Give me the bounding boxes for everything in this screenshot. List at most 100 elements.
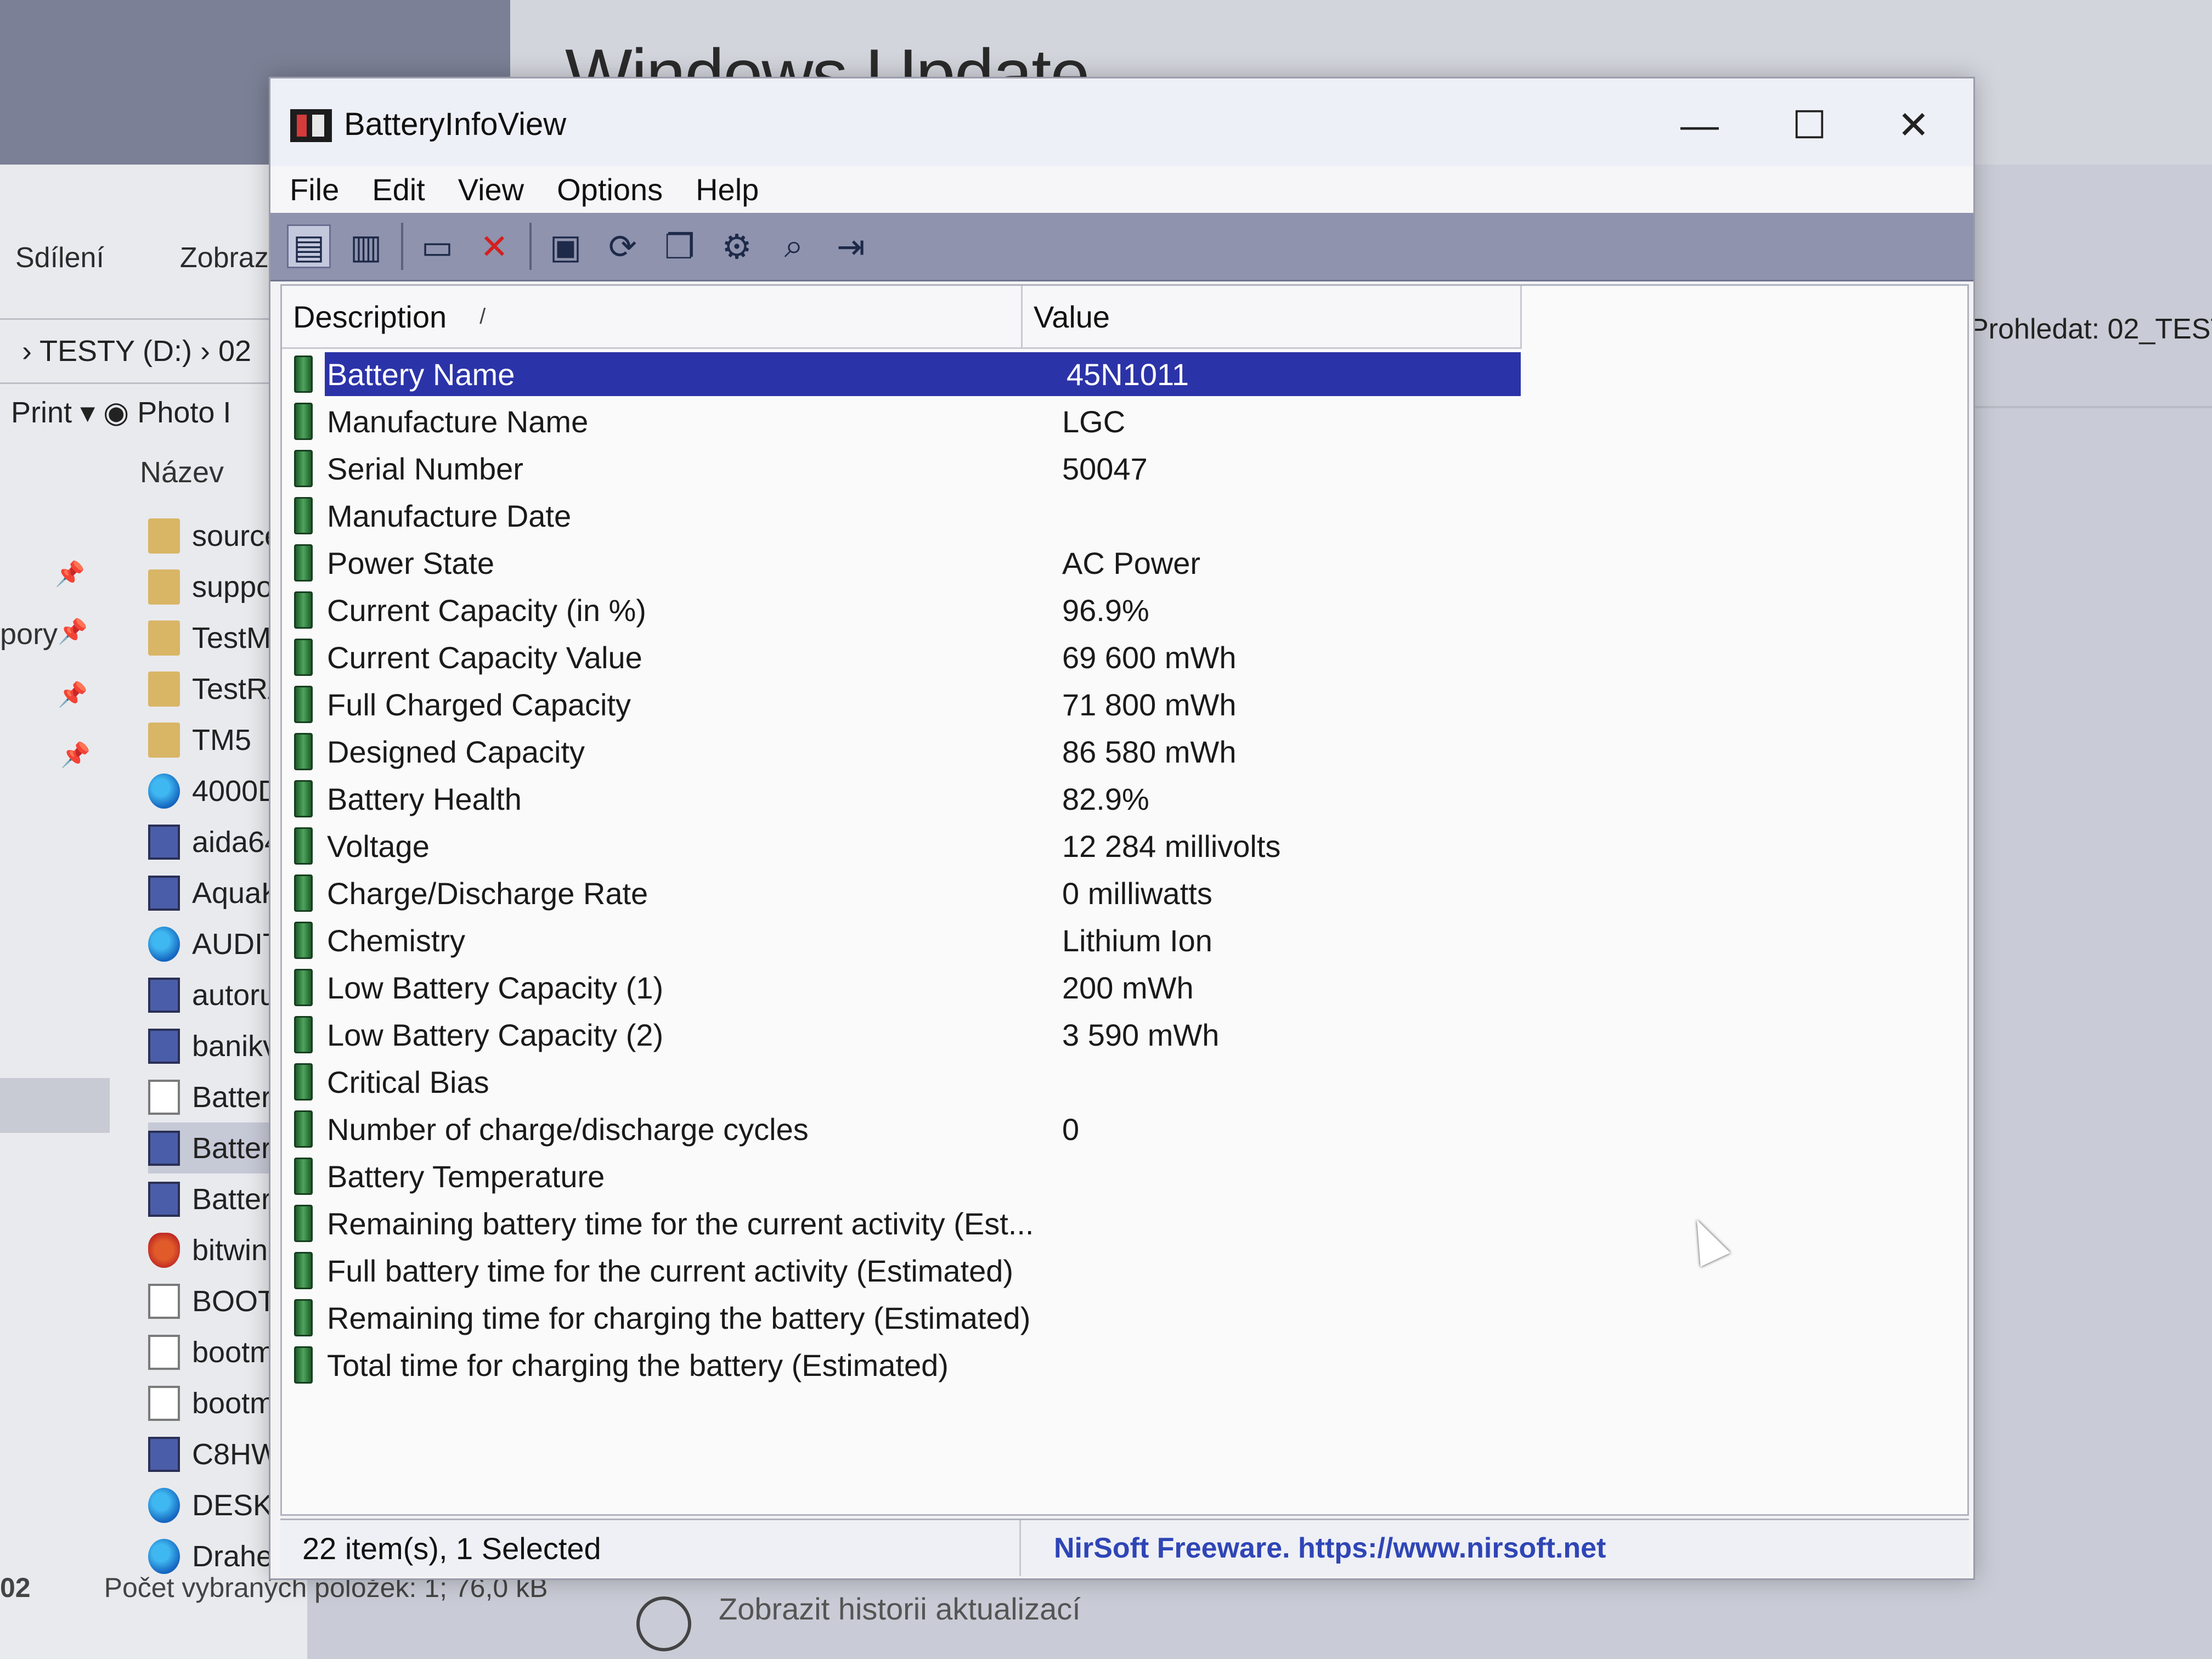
html-report-all-icon[interactable]: ▤ xyxy=(287,224,331,268)
list-item-label: TM5 xyxy=(192,723,251,757)
table-row[interactable]: Manufacture Name LGC xyxy=(282,398,1522,445)
table-row[interactable]: Low Battery Capacity (1) 200 mWh xyxy=(282,964,1522,1011)
dropdown-icon[interactable]: ▾ xyxy=(80,396,103,429)
delete-icon[interactable]: ✕ xyxy=(472,224,516,268)
menu-options[interactable]: Options xyxy=(557,172,663,207)
battery-icon xyxy=(294,827,313,865)
batteryinfoview-window: BatteryInfoView — ☐ ✕ File Edit View Opt… xyxy=(269,77,1975,1580)
battery-icon xyxy=(294,969,313,1006)
copy-icon[interactable]: ❐ xyxy=(658,224,702,268)
options-icon[interactable]: ⚙ xyxy=(715,224,759,268)
exit-icon[interactable]: ⇥ xyxy=(829,224,873,268)
list-item-label: AquaK xyxy=(192,876,281,910)
row-value: 50047 xyxy=(1062,451,1148,486)
explorer-search-box[interactable]: Prohledat: 02_TEST xyxy=(1970,313,2212,346)
nav-pane-fragment[interactable]: pory xyxy=(0,617,58,651)
list-rows: Battery Name 45N1011 Manufacture Name LGC Se… xyxy=(282,351,1522,1389)
row-description: Designed Capacity xyxy=(327,734,585,769)
html-report-selected-icon[interactable]: ▥ xyxy=(344,224,388,268)
row-description: Battery Health xyxy=(327,781,522,816)
nirsoft-link[interactable]: NirSoft Freeware. https://www.nirsoft.ne… xyxy=(1021,1532,1606,1565)
table-row[interactable]: Serial Number 50047 xyxy=(282,445,1522,492)
print-command[interactable]: Print xyxy=(11,396,72,429)
table-row[interactable]: Voltage 12 284 millivolts xyxy=(282,822,1522,870)
table-row[interactable]: Battery Health 82.9% xyxy=(282,775,1522,822)
table-row[interactable]: Low Battery Capacity (2) 3 590 mWh xyxy=(282,1011,1522,1058)
battery-icon xyxy=(294,403,313,440)
list-item-label: bootm xyxy=(192,1335,275,1369)
maximize-button[interactable]: ☐ xyxy=(1768,100,1850,150)
column-description[interactable]: Description / xyxy=(282,286,1023,347)
item-count: 22 item(s), 1 Selected xyxy=(280,1520,1021,1576)
table-row[interactable]: Chemistry Lithium Ion xyxy=(282,917,1522,964)
menu-file[interactable]: File xyxy=(290,172,339,207)
table-row[interactable]: Current Capacity Value 69 600 mWh xyxy=(282,634,1522,681)
window-title: BatteryInfoView xyxy=(344,106,567,142)
photo-command[interactable]: Photo I xyxy=(137,396,231,429)
table-row[interactable]: Total time for charging the battery (Est… xyxy=(282,1341,1522,1389)
table-row[interactable]: Battery Name 45N1011 xyxy=(282,351,1522,398)
table-row[interactable]: Remaining time for charging the battery … xyxy=(282,1294,1522,1341)
row-description: Battery Temperature xyxy=(327,1159,605,1194)
refresh-icon[interactable]: ⟳ xyxy=(601,224,645,268)
battery-icon xyxy=(294,450,313,487)
app-icon xyxy=(148,875,180,911)
row-description: Voltage xyxy=(327,828,430,864)
nav-pane-selection xyxy=(0,1078,110,1133)
menu-help[interactable]: Help xyxy=(696,172,759,207)
table-row[interactable]: Manufacture Date xyxy=(282,492,1522,539)
battery-icon xyxy=(294,356,313,393)
close-button[interactable]: ✕ xyxy=(1872,100,1955,150)
table-row[interactable]: Battery Temperature xyxy=(282,1153,1522,1200)
history-clock-icon xyxy=(636,1596,691,1651)
status-prefix: 02 xyxy=(0,1572,31,1603)
column-value[interactable]: Value xyxy=(1023,286,1522,347)
list-header: Description / Value xyxy=(282,286,1522,349)
row-value: 0 xyxy=(1062,1111,1080,1147)
battery-icon xyxy=(294,497,313,534)
explorer-name-column[interactable]: Název xyxy=(140,455,224,489)
row-value: LGC xyxy=(1062,404,1126,439)
status-bar: 22 item(s), 1 Selected NirSoft Freeware.… xyxy=(280,1519,1969,1576)
title-bar[interactable]: BatteryInfoView — ☐ ✕ xyxy=(270,78,1973,166)
battery-icon xyxy=(294,1110,313,1148)
row-value: 69 600 mWh xyxy=(1062,640,1237,675)
photo-icon: ◉ xyxy=(103,396,138,429)
battery-icon xyxy=(294,1299,313,1336)
minimize-button[interactable]: — xyxy=(1658,100,1741,150)
table-row[interactable]: Critical Bias xyxy=(282,1058,1522,1105)
table-row[interactable]: Full Charged Capacity 71 800 mWh xyxy=(282,681,1522,728)
table-row[interactable]: Full battery time for the current activi… xyxy=(282,1247,1522,1294)
save-icon[interactable]: ▣ xyxy=(544,224,588,268)
table-row[interactable]: Number of charge/discharge cycles 0 xyxy=(282,1105,1522,1153)
row-description: Full Charged Capacity xyxy=(327,687,631,722)
edge-icon xyxy=(148,1538,180,1574)
battery-info-list[interactable]: Description / Value Battery Name 45N1011 M… xyxy=(280,284,1969,1516)
list-item-label: autoru xyxy=(192,978,276,1012)
explorer-address-bar[interactable]: › TESTY (D:) › 02 xyxy=(0,318,307,384)
app-icon xyxy=(148,977,180,1013)
row-description: Power State xyxy=(327,545,495,580)
table-row[interactable]: Power State AC Power xyxy=(282,539,1522,586)
row-description: Total time for charging the battery (Est… xyxy=(327,1347,949,1383)
find-icon[interactable]: ⌕ xyxy=(772,224,816,268)
file-icon xyxy=(148,1079,180,1115)
file-icon xyxy=(148,1334,180,1370)
table-row[interactable]: Remaining battery time for the current a… xyxy=(282,1200,1522,1247)
properties-icon[interactable]: ▭ xyxy=(415,224,459,268)
table-row[interactable]: Designed Capacity 86 580 mWh xyxy=(282,728,1522,775)
list-item-label: aida64 xyxy=(192,825,281,859)
row-description: Critical Bias xyxy=(327,1064,489,1099)
battery-icon xyxy=(294,591,313,629)
ribbon-tab-share[interactable]: Sdílení xyxy=(15,241,104,274)
table-row[interactable]: Current Capacity (in %) 96.9% xyxy=(282,586,1522,634)
battery-icon xyxy=(294,922,313,959)
app-icon xyxy=(148,824,180,860)
menu-view[interactable]: View xyxy=(458,172,524,207)
update-history-link[interactable]: Zobrazit historii aktualizací xyxy=(719,1591,1081,1627)
menu-edit[interactable]: Edit xyxy=(372,172,425,207)
table-row[interactable]: Charge/Discharge Rate 0 milliwatts xyxy=(282,870,1522,917)
row-value: 96.9% xyxy=(1062,592,1149,628)
folder-icon xyxy=(148,671,180,707)
divider xyxy=(1970,406,2212,408)
